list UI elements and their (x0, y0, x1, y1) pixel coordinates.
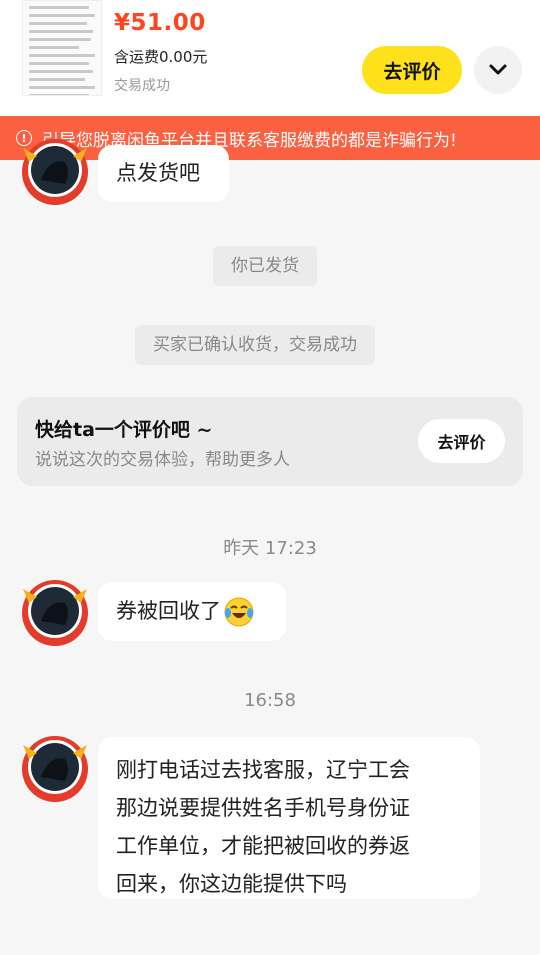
message-line: 回来，你这边能提供下吗 (116, 872, 347, 896)
avatar[interactable] (19, 577, 91, 649)
timestamp: 16:58 (244, 690, 296, 711)
order-price: ¥51.00 (114, 10, 206, 36)
avatar-image-icon (22, 736, 88, 802)
card-review-button[interactable]: 去评价 (418, 419, 505, 463)
timestamp: 昨天 17:23 (223, 538, 317, 559)
shipping-fee: 含运费0.00元 (114, 48, 208, 66)
system-message: 你已发货 (213, 246, 317, 286)
chat-bubble[interactable]: 刚打电话过去找客服，辽宁工会 那边说要提供姓名手机号身份证 工作单位，才能把被回… (98, 737, 480, 899)
avatar[interactable] (19, 733, 91, 805)
message-text: 点发货吧 (116, 161, 200, 185)
message-line: 刚打电话过去找客服，辽宁工会 (116, 758, 410, 782)
card-subtitle: 说说这次的交易体验，帮助更多人 (35, 450, 290, 470)
message-line: 工作单位，才能把被回收的券返 (116, 834, 410, 858)
chat-bubble[interactable]: 点发货吧 (98, 145, 229, 202)
review-button[interactable]: 去评价 (362, 46, 462, 94)
product-thumbnail[interactable] (22, 0, 102, 96)
review-prompt-card: 快给ta一个评价吧 ~ 说说这次的交易体验，帮助更多人 去评价 (17, 397, 523, 486)
order-header: ¥51.00 含运费0.00元 交易成功 去评价 (0, 0, 540, 116)
message-text: 券被回收了 (116, 599, 221, 623)
order-status: 交易成功 (114, 78, 170, 94)
avatar-image-icon (22, 139, 88, 205)
message-line: 那边说要提供姓名手机号身份证 (116, 796, 410, 820)
system-message: 买家已确认收货，交易成功 (135, 325, 375, 365)
expand-button[interactable] (474, 46, 522, 94)
chat-bubble[interactable]: 券被回收了 (98, 582, 286, 641)
avatar-image-icon (22, 580, 88, 646)
crying-laughing-emoji-icon (224, 597, 254, 627)
avatar[interactable] (19, 136, 91, 208)
chevron-down-icon (489, 64, 507, 75)
card-title: 快给ta一个评价吧 ~ (35, 419, 213, 441)
